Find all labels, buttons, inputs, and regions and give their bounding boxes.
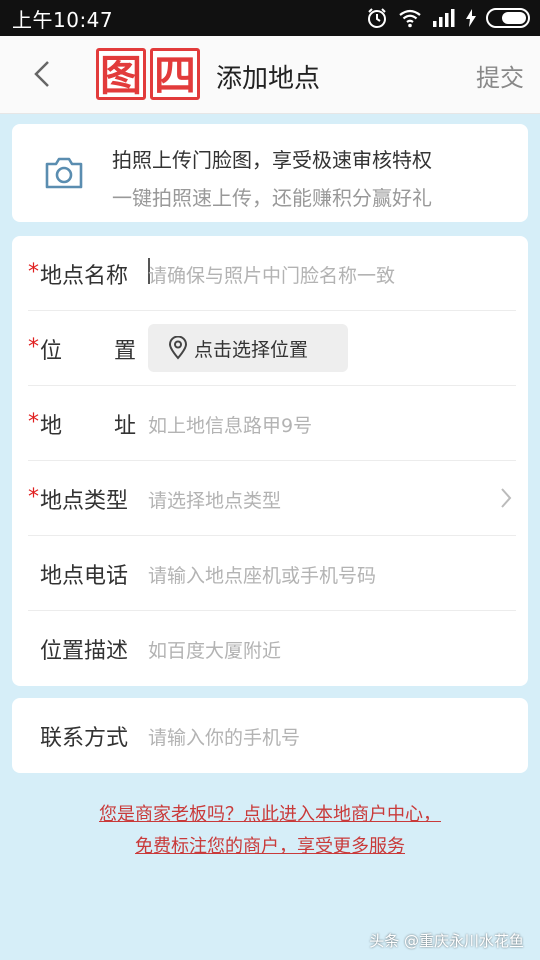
- upload-title: 拍照上传门脸图，享受极速审核特权: [112, 148, 432, 172]
- location-row: * 位 置 点击选择位置: [28, 311, 516, 386]
- status-time: 上午10:47: [12, 7, 114, 32]
- watermark: 头条 @重庆永川水花鱼: [369, 932, 524, 950]
- contact-label: 联系方式: [40, 726, 129, 751]
- contact-input[interactable]: 请输入你的手机号: [148, 723, 300, 750]
- location-desc-input[interactable]: 如百度大厦附近: [148, 636, 281, 663]
- status-bar: 上午10:47: [0, 0, 540, 36]
- place-type-label: 地点类型: [40, 489, 129, 514]
- place-phone-row[interactable]: 地点电话 请输入地点座机或手机号码: [28, 536, 516, 611]
- chevron-right-icon: [501, 488, 512, 508]
- charging-icon: [466, 9, 476, 27]
- place-phone-label: 地点电话: [40, 564, 129, 589]
- required-mark: *: [28, 410, 39, 435]
- place-name-input[interactable]: 请确保与照片中门脸名称一致: [148, 261, 395, 288]
- location-label-char: 置: [113, 339, 136, 364]
- stamp-char: 四: [150, 48, 200, 100]
- required-mark: *: [28, 485, 39, 510]
- figure-label-stamp: 图 四: [96, 48, 200, 100]
- place-name-row[interactable]: * 地点名称 请确保与照片中门脸名称一致: [28, 236, 516, 311]
- back-button[interactable]: [24, 56, 60, 92]
- location-label: 位 置: [40, 333, 136, 365]
- battery-icon: [486, 8, 530, 28]
- chevron-left-icon: [34, 61, 49, 87]
- camera-icon: [45, 157, 83, 189]
- location-desc-row[interactable]: 位置描述 如百度大厦附近: [28, 611, 516, 686]
- signal-icon: [433, 9, 455, 27]
- stamp-char: 图: [96, 48, 146, 100]
- status-icons: [366, 7, 530, 29]
- merchant-center-link-2[interactable]: 免费标注您的商户，享受更多服务: [0, 832, 540, 858]
- address-label: 地 址: [40, 408, 136, 440]
- choose-location-label: 点击选择位置: [194, 338, 309, 361]
- address-input[interactable]: 如上地信息路甲9号: [148, 411, 312, 438]
- place-phone-input[interactable]: 请输入地点座机或手机号码: [148, 561, 376, 588]
- contact-row[interactable]: 联系方式 请输入你的手机号: [28, 698, 516, 773]
- place-name-label: 地点名称: [40, 264, 129, 289]
- upload-subtitle: 一键拍照速上传，还能赚积分赢好礼: [112, 186, 432, 210]
- wifi-icon: [399, 9, 421, 28]
- location-label-char: 位: [40, 339, 63, 364]
- place-type-select[interactable]: 请选择地点类型: [148, 486, 281, 513]
- submit-button[interactable]: 提交: [476, 58, 524, 93]
- required-mark: *: [28, 260, 39, 285]
- alarm-icon: [368, 8, 386, 28]
- map-pin-icon: [168, 336, 188, 360]
- choose-location-button[interactable]: 点击选择位置: [148, 324, 348, 372]
- contact-card: 联系方式 请输入你的手机号: [12, 698, 528, 773]
- place-form: * 地点名称 请确保与照片中门脸名称一致 * 位 置 点击选择位置 * 地 址 …: [12, 236, 528, 686]
- required-mark: *: [28, 335, 39, 360]
- page-title: 添加地点: [216, 64, 321, 94]
- address-label-char: 址: [113, 414, 136, 439]
- app-header: 图 四 添加地点 提交: [0, 36, 540, 114]
- upload-photo-card[interactable]: 拍照上传门脸图，享受极速审核特权 一键拍照速上传，还能赚积分赢好礼: [12, 124, 528, 222]
- address-label-char: 地: [40, 414, 63, 439]
- location-desc-label: 位置描述: [40, 639, 129, 664]
- merchant-center-link[interactable]: 您是商家老板吗？点此进入本地商户中心，: [0, 800, 540, 826]
- address-row[interactable]: * 地 址 如上地信息路甲9号: [28, 386, 516, 461]
- place-type-row[interactable]: * 地点类型 请选择地点类型: [28, 461, 516, 536]
